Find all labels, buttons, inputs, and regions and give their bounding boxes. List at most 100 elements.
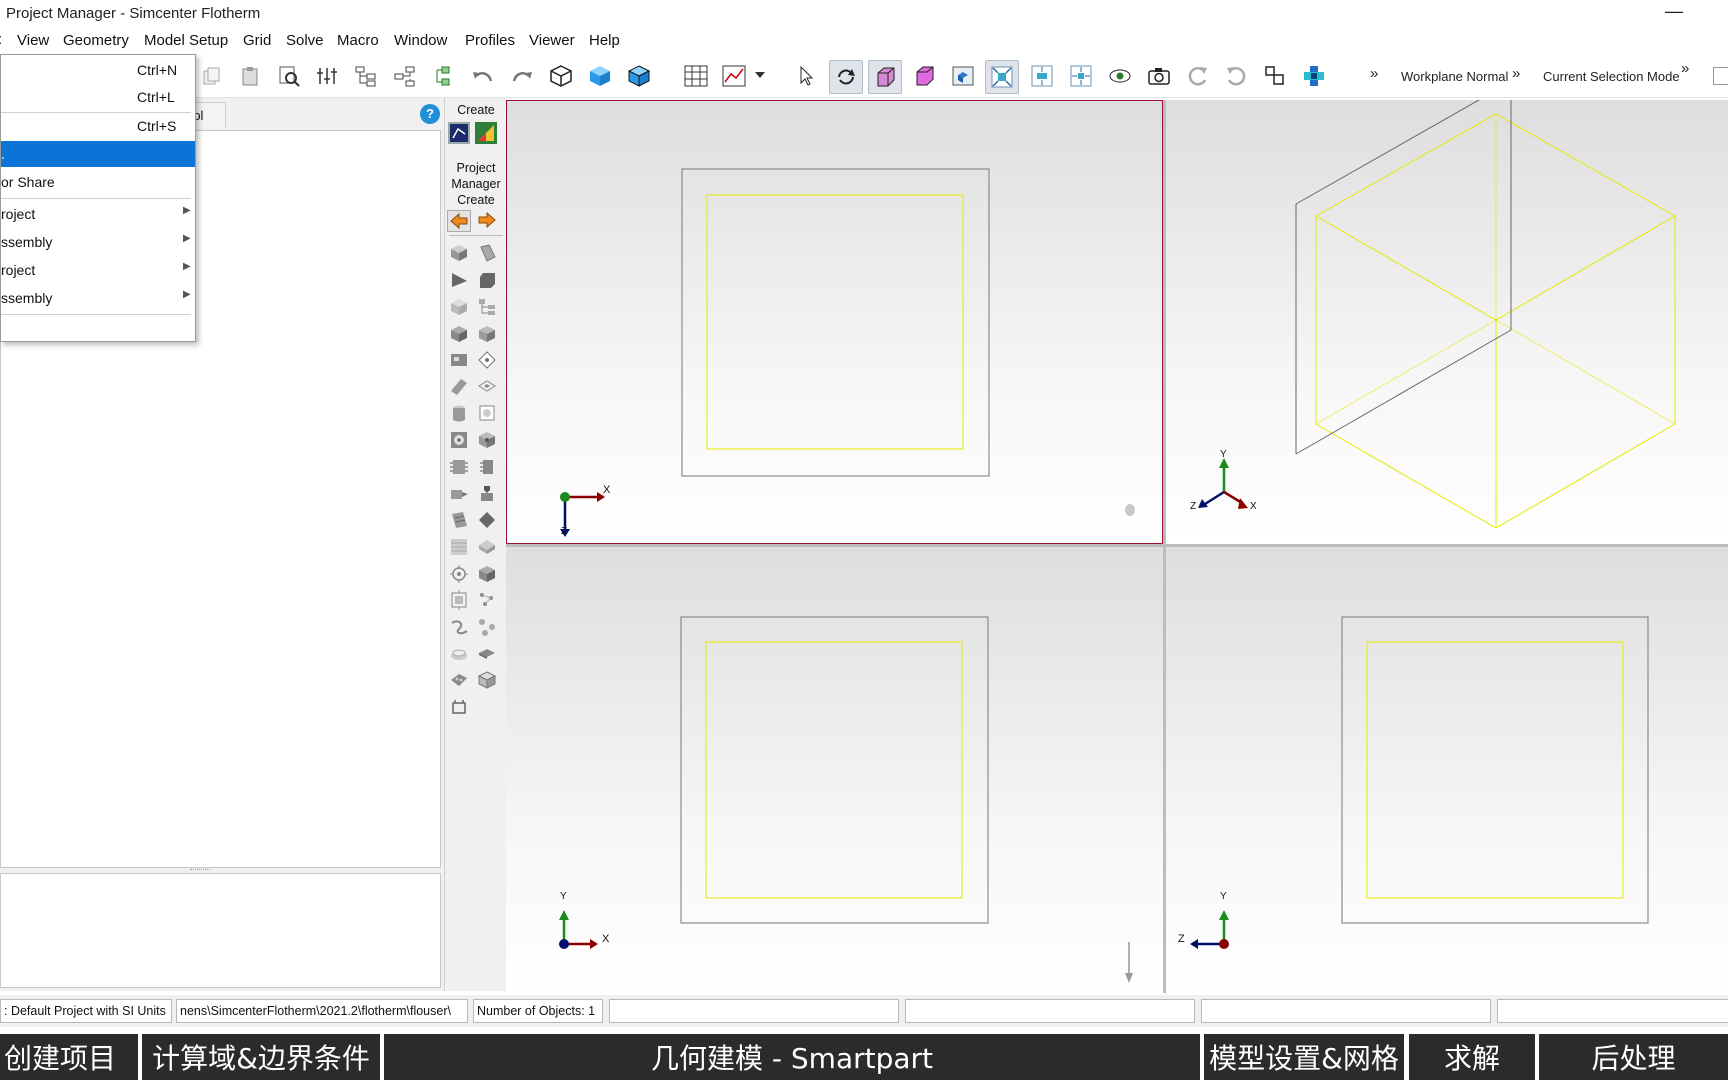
sliders-icon[interactable] xyxy=(315,64,339,88)
shaded-cube-icon[interactable] xyxy=(588,64,612,88)
sensor-icon[interactable] xyxy=(449,564,471,586)
align-icon[interactable] xyxy=(1263,64,1287,88)
pipe-icon[interactable] xyxy=(449,617,471,639)
pointer-icon[interactable] xyxy=(794,64,818,88)
rotate-left-icon[interactable] xyxy=(1186,64,1210,88)
cuboid-icon[interactable] xyxy=(449,243,471,265)
block-icon[interactable] xyxy=(477,270,499,292)
rack-icon[interactable] xyxy=(449,590,471,612)
menu-item-new[interactable]: Ctrl+N xyxy=(1,57,195,83)
caption-create-project[interactable]: 创建项目 xyxy=(0,1034,138,1080)
solid-block-icon[interactable] xyxy=(868,60,902,94)
menu-item-load[interactable]: Ctrl+L xyxy=(1,84,195,110)
enclosure-icon[interactable] xyxy=(449,324,471,346)
toolbar-field[interactable] xyxy=(1713,67,1728,85)
menu-profiles[interactable]: Profiles xyxy=(465,32,515,49)
copy-icon[interactable] xyxy=(199,64,223,88)
menu-help[interactable]: Help xyxy=(589,32,620,49)
menu-item-highlighted[interactable]: . xyxy=(1,141,195,167)
cutout-icon[interactable] xyxy=(477,377,499,399)
view-box-icon[interactable] xyxy=(951,64,975,88)
workplane-normal-label[interactable]: Workplane Normal xyxy=(1401,69,1508,84)
wedge-icon[interactable] xyxy=(449,270,471,292)
component-icon[interactable] xyxy=(449,457,471,479)
rotate-select-icon[interactable] xyxy=(829,60,863,94)
camera-icon[interactable] xyxy=(1147,64,1171,88)
rotate-right-icon[interactable] xyxy=(1224,64,1248,88)
viewport-splitter-horizontal[interactable] xyxy=(506,544,1728,547)
heatsink-icon[interactable] xyxy=(477,430,499,452)
menu-macro[interactable]: Macro xyxy=(337,32,379,49)
redo-icon[interactable] xyxy=(510,64,534,88)
pcb-icon[interactable] xyxy=(477,324,499,346)
file-menu-remnant[interactable]: : xyxy=(0,31,2,48)
heat-pipe-icon[interactable] xyxy=(477,537,499,559)
grid-view-icon[interactable] xyxy=(684,64,708,88)
compact-component-icon[interactable] xyxy=(477,457,499,479)
menu-view[interactable]: View xyxy=(17,32,49,49)
zoom-extents-icon[interactable] xyxy=(1030,64,1054,88)
fixture-icon[interactable] xyxy=(449,697,471,719)
menu-grid[interactable]: Grid xyxy=(243,32,271,49)
selection-overflow-button[interactable]: » xyxy=(1681,60,1689,77)
plot-icon[interactable] xyxy=(722,64,746,88)
plate-icon[interactable] xyxy=(449,377,471,399)
find-icon[interactable] xyxy=(277,64,301,88)
cooler-icon[interactable] xyxy=(449,484,471,506)
source-icon[interactable] xyxy=(477,403,499,425)
hierarchy-icon[interactable] xyxy=(477,297,499,319)
create-result-icon[interactable] xyxy=(475,122,497,144)
tec-icon[interactable] xyxy=(477,484,499,506)
cube-outline-icon[interactable] xyxy=(477,670,499,692)
menu-solve[interactable]: Solve xyxy=(286,32,324,49)
visibility-icon[interactable] xyxy=(1108,64,1132,88)
monitor-point-icon[interactable] xyxy=(449,350,471,372)
block-face-icon[interactable] xyxy=(912,64,936,88)
prism-icon[interactable] xyxy=(477,243,499,265)
assembly-icon[interactable] xyxy=(449,297,471,319)
undo-icon[interactable] xyxy=(471,64,495,88)
viewport-bottom-left[interactable]: Y X xyxy=(506,547,1163,993)
die-icon[interactable] xyxy=(449,644,471,666)
back-arrow-icon[interactable] xyxy=(447,210,471,232)
perforated-plate-icon[interactable] xyxy=(449,510,471,532)
wireframe-cube-icon[interactable] xyxy=(549,64,573,88)
cylinder-icon[interactable] xyxy=(449,403,471,425)
menu-item-project-1[interactable]: roject ▶ xyxy=(1,201,195,227)
menu-item-assembly-1[interactable]: ssembly ▶ xyxy=(1,229,195,255)
menu-item-save[interactable]: Ctrl+S xyxy=(1,113,195,139)
caption-model-setup-grid[interactable]: 模型设置&网格 xyxy=(1204,1034,1404,1080)
caption-postprocess[interactable]: 后处理 xyxy=(1539,1034,1728,1080)
menu-viewer[interactable]: Viewer xyxy=(529,32,575,49)
network-icon[interactable] xyxy=(477,617,499,639)
viewport-bottom-right[interactable]: Y Z xyxy=(1166,547,1728,993)
menu-model-setup[interactable]: Model Setup xyxy=(144,32,228,49)
selection-mode-label[interactable]: Current Selection Mode xyxy=(1543,69,1680,84)
toolbar-overflow-button[interactable]: » xyxy=(1370,65,1378,82)
viewport-top-right[interactable]: Y Z X xyxy=(1166,100,1728,544)
caption-geometry-smartpart[interactable]: 几何建模 - Smartpart xyxy=(384,1034,1200,1080)
region-icon[interactable] xyxy=(477,350,499,372)
help-icon[interactable]: ? xyxy=(420,104,440,124)
minimize-button[interactable]: — xyxy=(1665,1,1683,22)
fan-icon[interactable] xyxy=(449,430,471,452)
package-icon[interactable] xyxy=(477,564,499,586)
forward-arrow-icon[interactable] xyxy=(476,210,498,232)
viewport-top-left[interactable]: X Z xyxy=(506,100,1163,544)
resistance-icon[interactable] xyxy=(477,510,499,532)
textured-surface-icon[interactable] xyxy=(449,537,471,559)
particle-icon[interactable] xyxy=(477,590,499,612)
workplane-overflow-button[interactable]: » xyxy=(1512,65,1520,82)
menu-item-project-2[interactable]: roject ▶ xyxy=(1,257,195,283)
plot-dropdown-icon[interactable] xyxy=(752,64,768,88)
tree-icon[interactable] xyxy=(354,64,378,88)
shaded-edges-cube-icon[interactable] xyxy=(627,64,651,88)
caption-domain-boundary[interactable]: 计算域&边界条件 xyxy=(142,1034,380,1080)
connector-icon[interactable] xyxy=(1302,64,1326,88)
paste-icon[interactable] xyxy=(238,64,262,88)
tree-expand-icon[interactable] xyxy=(393,64,417,88)
create-geometry-icon[interactable] xyxy=(448,122,470,144)
menu-geometry[interactable]: Geometry xyxy=(63,32,129,49)
zoom-area-icon[interactable] xyxy=(1069,64,1093,88)
assembly-tree-icon[interactable] xyxy=(433,64,457,88)
